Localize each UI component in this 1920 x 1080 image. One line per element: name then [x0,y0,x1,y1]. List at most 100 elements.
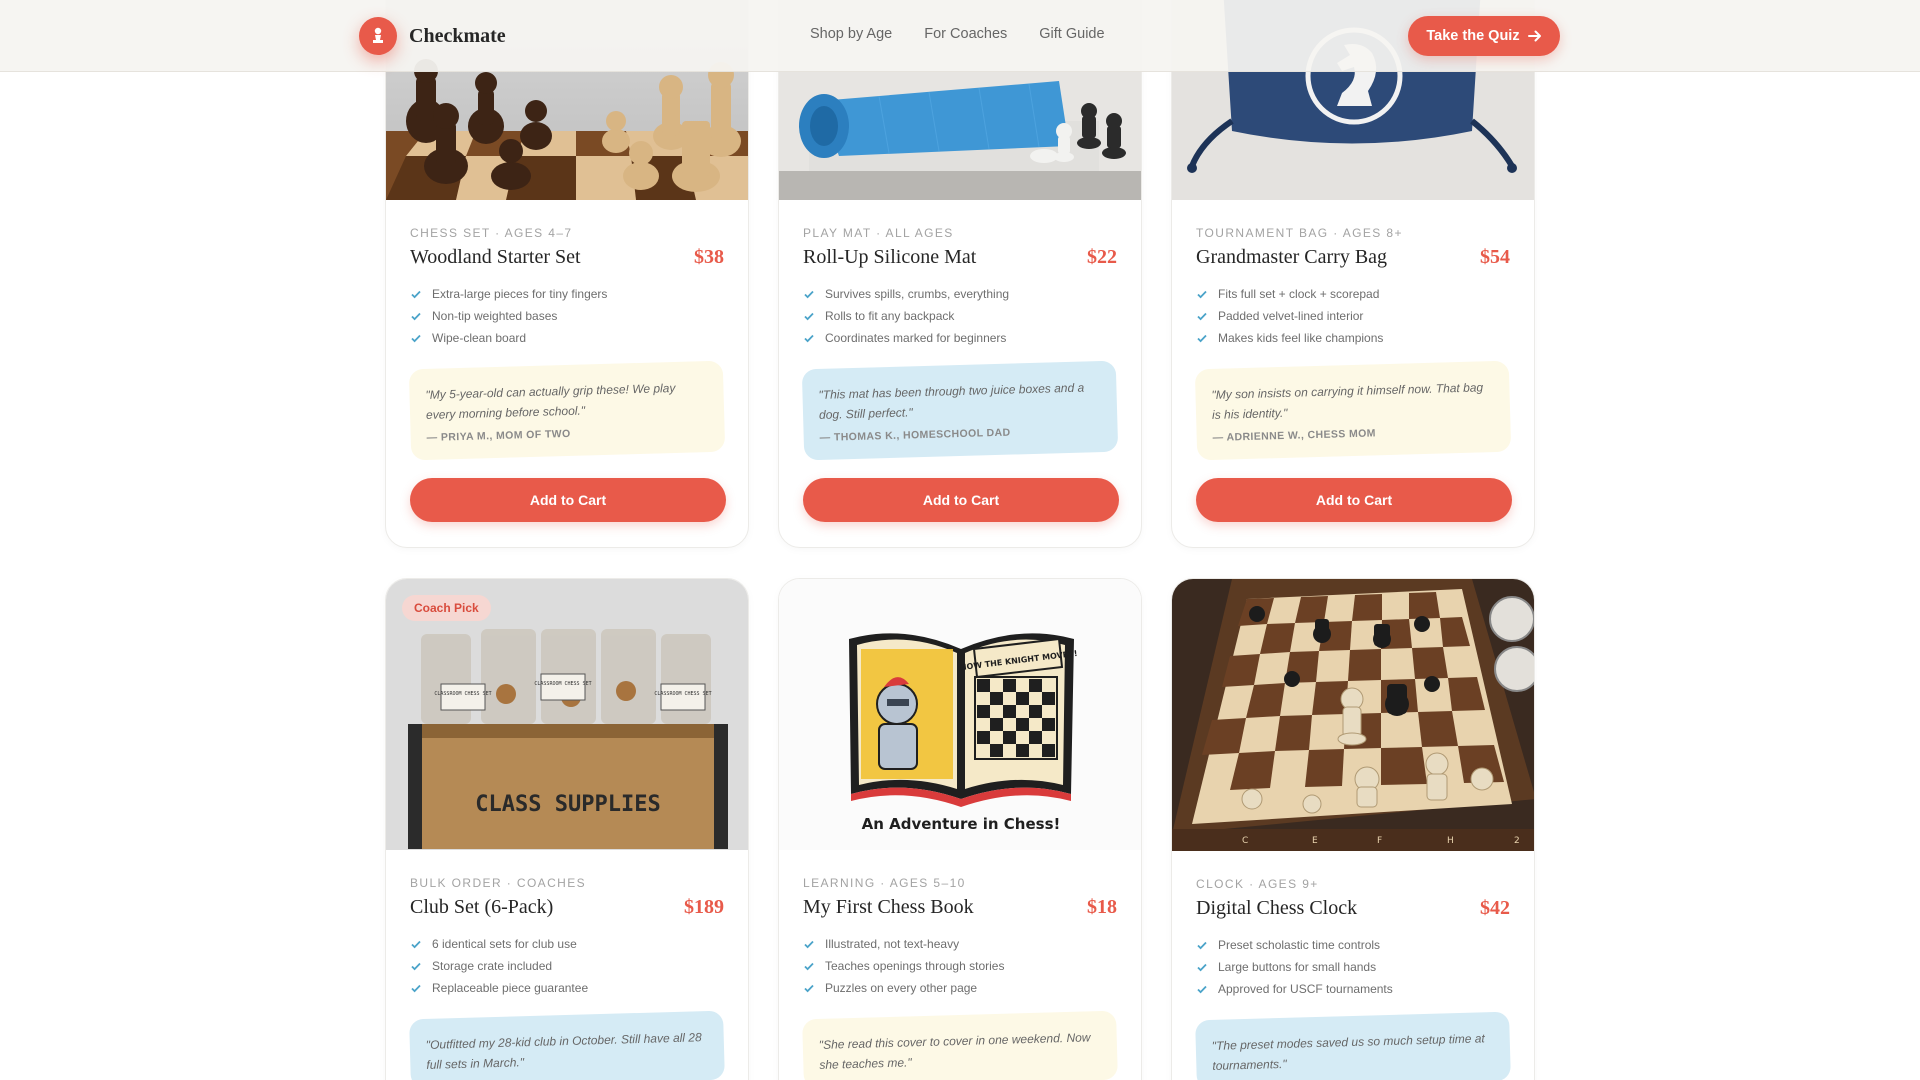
feature-item: Teaches openings through stories [803,955,1117,977]
feature-item: Coordinates marked for beginners [803,327,1117,349]
check-icon [804,940,814,949]
feature-item: Padded velvet-lined interior [1196,305,1510,327]
nav-for-coaches[interactable]: For Coaches [924,26,1007,42]
feature-item: Large buttons for small hands [1196,956,1510,978]
add-to-cart-button[interactable]: Add to Cart [410,477,726,522]
product-price: $42 [1480,897,1510,919]
product-category: CLOCK · AGES 9+ [1196,877,1319,891]
crate-tag-text: CLASSROOM CHESS SET [434,691,491,697]
feature-item: Non-tip weighted bases [410,305,724,327]
product-card-club-set[interactable]: CLASSROOM CHESS SET CLASSROOM CHESS SET … [385,578,749,1080]
feature-item: 6 identical sets for club use [410,933,724,955]
take-quiz-button[interactable]: Take the Quiz [1408,16,1560,56]
testimonial: "She read this cover to cover in one wee… [802,1010,1118,1080]
product-image-clock[interactable]: C E F H 2 [1172,579,1534,851]
board-file-label: E [1312,836,1318,846]
feature-item: Replaceable piece guarantee [410,977,724,999]
check-icon [1197,963,1207,972]
feature-item: Approved for USCF tournaments [1196,978,1510,1000]
product-card-clock[interactable]: C E F H 2 CLOCK · AGES 9+ Digital Chess … [1171,578,1535,1080]
feature-list: Fits full set + clock + scorepad Padded … [1196,283,1510,349]
nav-gift-guide[interactable]: Gift Guide [1039,26,1104,42]
crate-tag-text: CLASSROOM CHESS SET [654,691,711,697]
testimonial: "This mat has been through two juice box… [801,360,1119,460]
feature-list: Preset scholastic time controls Large bu… [1196,934,1510,1000]
arrow-right-icon [1527,30,1541,42]
brand-name: Checkmate [409,24,506,47]
product-image-club-set[interactable]: CLASSROOM CHESS SET CLASSROOM CHESS SET … [386,579,748,850]
chess-pawn-icon [359,17,397,55]
check-icon [1197,290,1207,299]
check-icon [804,962,814,971]
feature-item: Extra-large pieces for tiny fingers [410,283,724,305]
feature-item: Preset scholastic time controls [1196,934,1510,956]
check-icon [804,334,814,343]
board-file-label: H [1447,836,1454,846]
product-image-book[interactable]: HOW THE KNIGHT MOVES! An Adventure in Ch… [779,579,1141,850]
product-category: PLAY MAT · ALL AGES [803,226,954,240]
crate-tag-text: CLASSROOM CHESS SET [534,681,591,687]
testimonial: "My 5-year-old can actually grip these! … [408,360,726,460]
product-price: $18 [1087,896,1117,918]
feature-list: 6 identical sets for club use Storage cr… [410,933,724,999]
product-category: TOURNAMENT BAG · AGES 8+ [1196,226,1403,240]
product-price: $38 [694,246,724,268]
add-to-cart-button[interactable]: Add to Cart [803,477,1119,522]
product-card-book[interactable]: HOW THE KNIGHT MOVES! An Adventure in Ch… [778,578,1142,1080]
product-name[interactable]: Club Set (6-Pack) [410,896,553,919]
check-icon [411,290,421,299]
product-card-mat[interactable]: PLAY MAT · ALL AGES Roll-Up Silicone Mat… [778,0,1142,548]
product-card-bag[interactable]: TOURNAMENT BAG · AGES 8+ Grandmaster Car… [1171,0,1535,548]
check-icon [411,940,421,949]
main-nav: Shop by Age For Coaches Gift Guide [810,26,1105,42]
coach-pick-badge: Coach Pick [402,595,491,621]
feature-item: Storage crate included [410,955,724,977]
site-header: Checkmate Shop by Age For Coaches Gift G… [0,0,1920,72]
board-file-label: 2 [1514,836,1520,846]
testimonial-author: — THOMAS K., HOMESCHOOL DAD [819,426,1011,444]
crate-label: CLASS SUPPLIES [475,792,660,817]
check-icon [411,334,421,343]
check-icon [1197,985,1207,994]
add-to-cart-button[interactable]: Add to Cart [1196,477,1512,522]
testimonial-text: "This mat has been through two juice box… [818,380,1085,423]
product-category: LEARNING · AGES 5–10 [803,876,966,890]
feature-list: Extra-large pieces for tiny fingers Non-… [410,283,724,349]
testimonial-text: "My 5-year-old can actually grip these! … [425,380,676,423]
feature-list: Illustrated, not text-heavy Teaches open… [803,933,1117,999]
testimonial-text: "Outfitted my 28-kid club in October. St… [425,1030,702,1073]
feature-item: Wipe-clean board [410,327,724,349]
product-name[interactable]: Woodland Starter Set [410,246,581,269]
testimonial: "My son insists on carrying it himself n… [1194,360,1512,460]
testimonial-text: "She read this cover to cover in one wee… [818,1030,1091,1073]
product-price: $54 [1480,246,1510,268]
product-price: $189 [684,896,724,918]
product-name[interactable]: My First Chess Book [803,896,974,919]
check-icon [804,984,814,993]
check-icon [1197,312,1207,321]
product-category: BULK ORDER · COACHES [410,876,587,890]
feature-item: Illustrated, not text-heavy [803,933,1117,955]
feature-item: Makes kids feel like champions [1196,327,1510,349]
testimonial-text: "The preset modes saved us so much setup… [1211,1031,1485,1074]
product-card-woodland[interactable]: CHESS SET · AGES 4–7 Woodland Starter Se… [385,0,749,548]
nav-shop-by-age[interactable]: Shop by Age [810,26,892,42]
testimonial-author: — PRIYA M., MOM OF TWO [426,427,571,444]
product-name[interactable]: Grandmaster Carry Bag [1196,246,1387,269]
check-icon [804,290,814,299]
feature-list: Survives spills, crumbs, everything Roll… [803,283,1117,349]
feature-item: Rolls to fit any backpack [803,305,1117,327]
testimonial-author: — ADRIENNE W., CHESS MOM [1212,427,1377,444]
check-icon [411,962,421,971]
check-icon [804,312,814,321]
brand-logo[interactable]: Checkmate [359,17,506,55]
check-icon [411,984,421,993]
testimonial: "Outfitted my 28-kid club in October. St… [409,1010,725,1080]
feature-item: Fits full set + clock + scorepad [1196,283,1510,305]
testimonial-text: "My son insists on carrying it himself n… [1211,380,1484,423]
take-quiz-label: Take the Quiz [1426,28,1520,44]
product-name[interactable]: Digital Chess Clock [1196,897,1357,920]
product-name[interactable]: Roll-Up Silicone Mat [803,246,976,269]
board-file-label: C [1242,836,1248,846]
testimonial: "The preset modes saved us so much setup… [1195,1011,1511,1080]
